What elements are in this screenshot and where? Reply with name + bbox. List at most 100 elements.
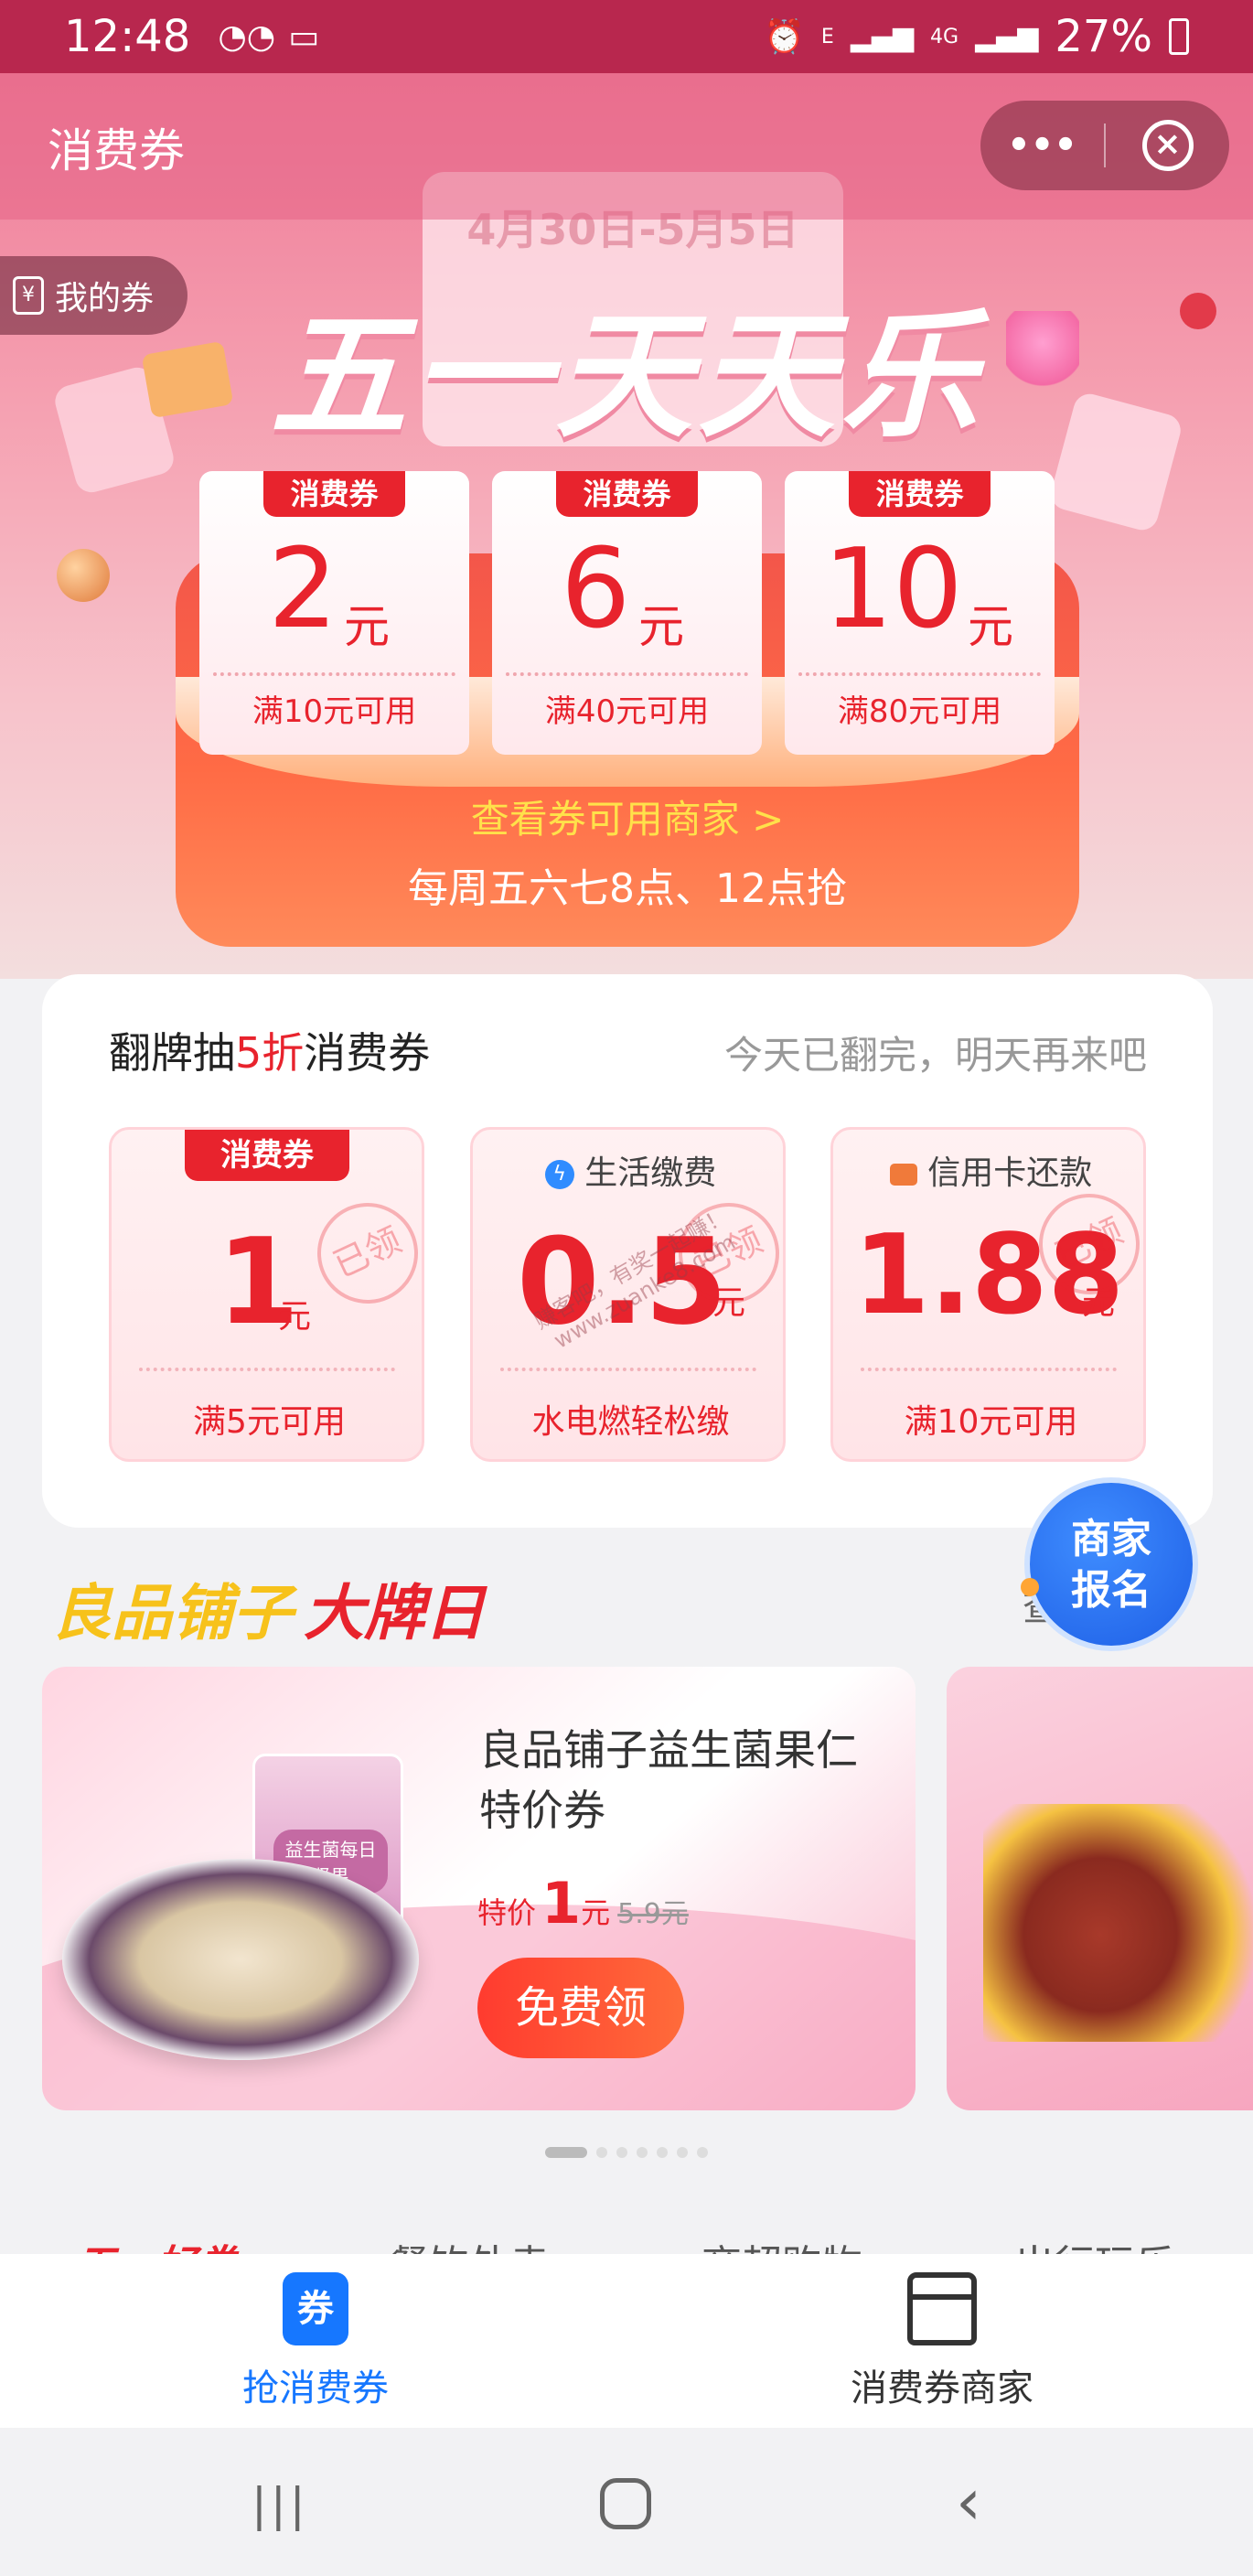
coupon-condition: 满80元可用 <box>837 693 1002 730</box>
price-value: 1 <box>541 1870 582 1937</box>
product-card[interactable]: 益生菌每日坚果 良品铺子益生菌果仁特价券 特价1元5.9元 免费领 <box>42 1667 916 2110</box>
system-nav-bar: ||| ‹ <box>0 2428 1253 2576</box>
coupon-divider <box>506 672 748 676</box>
product-name: 良品铺子益生菌果仁特价券 <box>479 1725 858 1835</box>
coupon-decoration-icon-2 <box>1047 390 1184 534</box>
tab-label: 抢消费券 <box>242 2367 389 2410</box>
flip-title-suffix: 消费券 <box>304 1028 431 1078</box>
event-title: 五一天天乐 <box>269 297 983 456</box>
flip-card-section: 翻牌抽5折消费券 今天已翻完，明天再来吧 消费券 1 元 已领 满5元可用 ϟ … <box>42 974 1213 1528</box>
bolt-icon: ϟ <box>544 1160 574 1189</box>
my-coupons-label: 我的券 <box>55 280 155 317</box>
coupon-unit: 元 <box>638 600 684 653</box>
brand-name: 良品铺子 <box>51 1578 293 1648</box>
flip-title: 翻牌抽5折消费券 <box>109 1020 430 1080</box>
battery-percent: 27% <box>1055 11 1152 62</box>
coupon-card[interactable]: 消费券 10 元 满80元可用 <box>785 471 1055 755</box>
coupon-condition: 满40元可用 <box>544 693 710 730</box>
alarm-icon: ⏰ <box>764 18 805 56</box>
ball-decoration-icon <box>57 549 110 602</box>
flip-card-divider <box>500 1368 756 1371</box>
close-button[interactable]: × <box>1106 120 1229 171</box>
battery-icon <box>1169 18 1189 55</box>
signal-e-label: E <box>820 25 834 48</box>
coupon-tag: 消费券 <box>849 471 991 517</box>
tab-bar: 券 抢消费券 消费券商家 <box>0 2254 1253 2428</box>
icecream-decoration-icon <box>1006 311 1079 402</box>
network-label: 4G <box>930 25 959 48</box>
flip-card-tag: 信用卡还款 <box>927 1154 1093 1192</box>
flip-card-tag: 消费券 <box>185 1130 349 1181</box>
home-icon[interactable] <box>600 2478 651 2529</box>
tab-merchants[interactable]: 消费券商家 <box>805 2272 1079 2419</box>
store-icon <box>907 2272 977 2345</box>
pagination-dot <box>637 2147 648 2158</box>
status-time: 12:48 <box>64 11 191 62</box>
product-price-row: 特价1元 5.9元 <box>477 1870 689 1937</box>
flip-card-divider <box>861 1368 1117 1371</box>
flip-card-condition: 水电燃轻松缴 <box>531 1403 730 1441</box>
tab-label: 消费券商家 <box>851 2367 1033 2410</box>
flip-card-tag-row: 信用卡还款 <box>833 1146 1149 1194</box>
free-claim-label: 免费领 <box>514 1982 647 2034</box>
signal-icon: ▂▄▆ <box>850 20 915 53</box>
pagination-dot <box>657 2147 668 2158</box>
cherry-decoration-icon <box>1180 293 1216 329</box>
flip-card[interactable]: 信用卡还款 1.88 元 已领 满10元可用 <box>830 1127 1157 1462</box>
pagination-dot <box>697 2147 708 2158</box>
cart-decoration-icon <box>141 340 234 419</box>
flip-title-highlight: 5折 <box>235 1028 305 1078</box>
tab-grab-coupons[interactable]: 券 抢消费券 <box>183 2272 448 2419</box>
coupon-unit: 元 <box>968 600 1013 653</box>
coupon-amount: 10 <box>823 526 963 653</box>
flip-status: 今天已翻完，明天再来吧 <box>723 1033 1147 1078</box>
flip-card-tag: 生活缴费 <box>584 1154 717 1192</box>
brand-day-title: 良品铺子 大牌日 <box>51 1564 485 1652</box>
product-card-next[interactable] <box>947 1667 1253 2110</box>
recent-apps-icon[interactable]: ||| <box>252 2478 309 2531</box>
product-nuts-image <box>62 1859 419 2060</box>
coupon-divider <box>213 672 455 676</box>
pagination-dot-active <box>545 2147 587 2158</box>
coupon-icon: ¥ <box>13 276 44 315</box>
coupon-unit: 元 <box>344 600 390 653</box>
signal-icon-2: ▂▄▆ <box>975 20 1039 53</box>
coupon-tag: 消费券 <box>556 471 698 517</box>
merchant-signup-label: 商家报名 <box>1071 1516 1151 1614</box>
back-icon[interactable]: ‹ <box>956 2464 981 2539</box>
flip-card-divider <box>139 1368 395 1371</box>
coupon-card[interactable]: 消费券 6 元 满40元可用 <box>492 471 762 755</box>
credit-card-icon <box>889 1164 917 1186</box>
flip-card-unit: 元 <box>278 1298 312 1336</box>
wechat-icon: ◔◔ <box>218 17 276 56</box>
page-title: 消费券 <box>48 124 185 177</box>
free-claim-button[interactable]: 免费领 <box>477 1958 684 2058</box>
status-bar: 12:48 ◔◔ ▭ ⏰ E ▂▄▆ 4G ▂▄▆ 27% <box>0 0 1253 73</box>
pagination-dot <box>677 2147 688 2158</box>
message-icon: ▭ <box>288 17 320 56</box>
coupon-condition: 满10元可用 <box>252 693 417 730</box>
merchants-link[interactable]: 查看券可用商家 > <box>176 789 1079 844</box>
flip-card[interactable]: 消费券 1 元 已领 满5元可用 <box>109 1127 435 1462</box>
sparkle-icon <box>1021 1578 1039 1596</box>
more-button[interactable]: ••• <box>980 124 1104 166</box>
flip-title-prefix: 翻牌抽 <box>109 1028 235 1078</box>
brand-day-suffix: 大牌日 <box>304 1578 485 1648</box>
product-food-image <box>983 1804 1253 2042</box>
capsule-menu: ••• × <box>980 101 1229 190</box>
flip-card-condition: 满10元可用 <box>904 1403 1078 1441</box>
my-coupons-button[interactable]: ¥ 我的券 <box>0 256 187 335</box>
coupon-tab-icon: 券 <box>283 2272 348 2345</box>
price-label: 特价 <box>477 1895 537 1930</box>
pagination-dot <box>616 2147 627 2158</box>
merchant-signup-button[interactable]: 商家报名 <box>1024 1477 1198 1651</box>
claimed-stamp: 已领 <box>300 1186 435 1321</box>
coupon-amount: 2 <box>268 526 338 653</box>
coupon-card[interactable]: 消费券 2 元 满10元可用 <box>199 471 469 755</box>
flip-card-condition: 满5元可用 <box>193 1403 346 1441</box>
price-unit: 元 <box>581 1895 611 1930</box>
schedule-text: 每周五六七8点、12点抢 <box>408 865 847 912</box>
original-price: 5.9元 <box>617 1898 689 1930</box>
carousel-pagination <box>545 2147 708 2158</box>
coupon-tag: 消费券 <box>263 471 405 517</box>
